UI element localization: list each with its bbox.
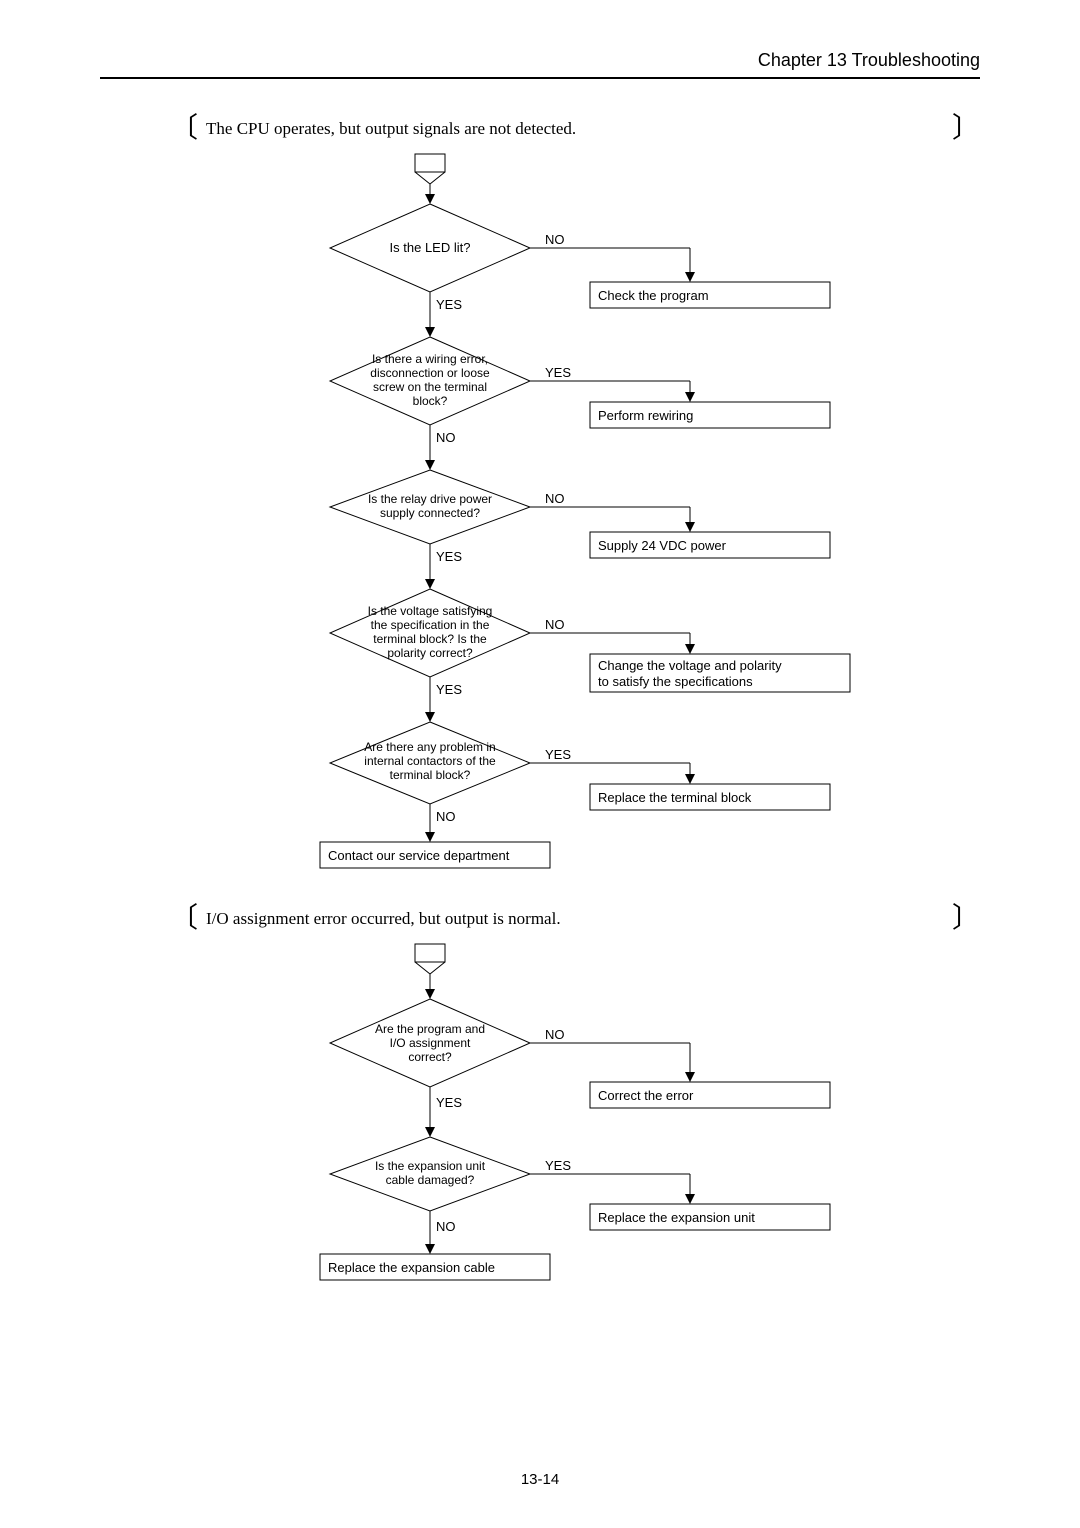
d5-l2: internal contactors of the	[364, 754, 496, 768]
d2-no-label: NO	[436, 430, 456, 445]
a6-text: Contact our service department	[328, 848, 510, 863]
s2-d2-l2: cable damaged?	[386, 1173, 475, 1187]
d3-l2: supply connected?	[380, 506, 480, 520]
s2-d1-yes: YES	[436, 1095, 462, 1110]
d4-l4: polarity correct?	[387, 646, 473, 660]
d2-yes-label: YES	[545, 365, 571, 380]
d1-text: Is the LED lit?	[390, 240, 471, 255]
d2-l3: screw on the terminal	[373, 380, 487, 394]
a3-text: Supply 24 VDC power	[598, 538, 727, 553]
left-bracket-icon: 〔	[170, 119, 198, 139]
s2-d1-l1: Are the program and	[375, 1022, 485, 1036]
left-bracket-icon-2: 〔	[170, 909, 198, 929]
flowchart-2: Are the program and I/O assignment corre…	[220, 939, 980, 1319]
section1-title-row: 〔 The CPU operates, but output signals a…	[170, 119, 980, 139]
a2-text: Perform rewiring	[598, 408, 693, 423]
s2-a3: Replace the expansion cable	[328, 1260, 495, 1275]
s2-a2: Replace the expansion unit	[598, 1210, 755, 1225]
s2-d1-no: NO	[545, 1027, 565, 1042]
s2-a1: Correct the error	[598, 1088, 694, 1103]
d2-l2: disconnection or loose	[370, 366, 490, 380]
section1-title: The CPU operates, but output signals are…	[206, 119, 952, 139]
s2-d1-l2: I/O assignment	[390, 1036, 471, 1050]
d5-yes-label: YES	[545, 747, 571, 762]
s2-d1-l3: correct?	[408, 1050, 452, 1064]
d5-no-label: NO	[436, 809, 456, 824]
d3-no-label: NO	[545, 491, 565, 506]
d5-l1: Are there any problem in	[364, 740, 495, 754]
d4-yes-label: YES	[436, 682, 462, 697]
d2-l4: block?	[413, 394, 448, 408]
d4-l1: Is the voltage satisfying	[368, 604, 493, 618]
d3-l1: Is the relay drive power	[368, 492, 492, 506]
page-header: Chapter 13 Troubleshooting	[100, 50, 980, 79]
a5-text: Replace the terminal block	[598, 790, 752, 805]
a4-l2: to satisfy the specifications	[598, 674, 753, 689]
section2-title-row: 〔 I/O assignment error occurred, but out…	[170, 909, 980, 929]
a4-l1: Change the voltage and polarity	[598, 658, 782, 673]
d2-l1: Is there a wiring error,	[372, 352, 488, 366]
d4-l3: terminal block? Is the	[373, 632, 487, 646]
section2-title: I/O assignment error occurred, but outpu…	[206, 909, 952, 929]
d5-l3: terminal block?	[390, 768, 471, 782]
right-bracket-icon: 〕	[952, 119, 980, 139]
s2-d2-no: NO	[436, 1219, 456, 1234]
s2-d2-yes: YES	[545, 1158, 571, 1173]
d3-yes-label: YES	[436, 549, 462, 564]
a1-text: Check the program	[598, 288, 709, 303]
d4-l2: the specification in the	[371, 618, 490, 632]
page-number: 13-14	[0, 1471, 1080, 1488]
right-bracket-icon-2: 〕	[952, 909, 980, 929]
d1-no-label: NO	[545, 232, 565, 247]
d1-yes-label: YES	[436, 297, 462, 312]
flowchart-1: Is the LED lit? NO Check the program YES…	[220, 149, 980, 889]
d4-no-label: NO	[545, 617, 565, 632]
s2-d2-l1: Is the expansion unit	[375, 1159, 486, 1173]
